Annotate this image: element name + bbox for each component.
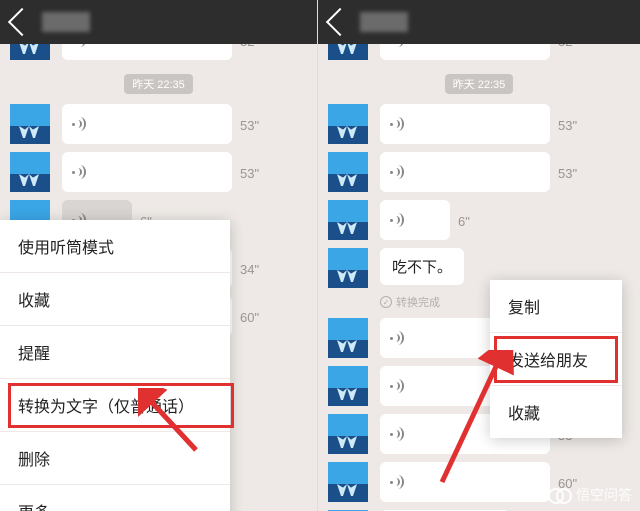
menu-item[interactable]: 转换为文字（仅普通话） — [0, 379, 230, 432]
check-icon: ✓ — [380, 296, 392, 308]
sound-icon — [392, 475, 406, 489]
duration: 53" — [240, 116, 259, 133]
voice-msg[interactable] — [380, 462, 550, 502]
avatar[interactable] — [328, 414, 368, 454]
sound-icon — [392, 117, 406, 131]
menu-item[interactable]: 复制 — [490, 280, 622, 333]
duration: 53" — [240, 164, 259, 181]
back-icon[interactable] — [326, 8, 354, 36]
menu-item[interactable]: 删除 — [0, 432, 230, 485]
watermark-logo-icon — [548, 488, 570, 502]
voice-msg[interactable] — [380, 152, 550, 192]
duration: 60" — [240, 308, 259, 325]
right-screenshot: 32 昨天 22:35 53"53"6" 吃不下。 ✓ 转换完成 34"60"5… — [318, 0, 640, 511]
chat-title-blurred — [360, 12, 408, 32]
menu-item[interactable]: 提醒 — [0, 326, 230, 379]
back-icon[interactable] — [8, 8, 36, 36]
sound-icon — [74, 117, 88, 131]
avatar[interactable] — [328, 366, 368, 406]
avatar[interactable] — [328, 318, 368, 358]
sound-icon — [392, 427, 406, 441]
voice-msg[interactable] — [380, 104, 550, 144]
duration: 6" — [458, 212, 470, 229]
avatar[interactable] — [328, 104, 368, 144]
time-pill: 昨天 22:35 — [445, 74, 514, 94]
topbar — [0, 0, 317, 44]
voice-msg[interactable] — [380, 200, 450, 240]
topbar — [318, 0, 640, 44]
context-menu: 复制发送给朋友收藏 — [490, 280, 622, 438]
menu-item[interactable]: 收藏 — [0, 273, 230, 326]
sound-icon — [74, 165, 88, 179]
context-menu: 使用听筒模式收藏提醒转换为文字（仅普通话）删除更多 — [0, 220, 230, 511]
voice-msg[interactable] — [62, 104, 232, 144]
menu-item[interactable]: 发送给朋友 — [490, 333, 622, 386]
avatar[interactable] — [10, 104, 50, 144]
avatar[interactable] — [328, 248, 368, 288]
voice-msg[interactable] — [62, 152, 232, 192]
duration: 53" — [558, 164, 577, 181]
avatar[interactable] — [328, 462, 368, 502]
duration: 53" — [558, 116, 577, 133]
menu-item[interactable]: 更多 — [0, 485, 230, 511]
converted-text-bubble[interactable]: 吃不下。 — [380, 248, 464, 285]
sound-icon — [392, 165, 406, 179]
chat-scroll[interactable]: 32 昨天 22:35 53"53"6" 吃不下。 ✓ 转换完成 34"60"5… — [318, 44, 640, 511]
watermark: 悟空问答 — [548, 485, 632, 505]
sound-icon — [392, 331, 406, 345]
menu-item[interactable]: 使用听筒模式 — [0, 220, 230, 273]
sound-icon — [392, 213, 406, 227]
left-screenshot: 32 昨天 22:35 53"53"6"34"60" 使用听筒模式收藏提醒转换为… — [0, 0, 318, 511]
chat-title-blurred — [42, 12, 90, 32]
time-pill: 昨天 22:35 — [124, 74, 193, 94]
avatar[interactable] — [328, 152, 368, 192]
avatar[interactable] — [328, 200, 368, 240]
sound-icon — [392, 379, 406, 393]
duration: 34" — [240, 260, 259, 277]
avatar[interactable] — [10, 152, 50, 192]
menu-item[interactable]: 收藏 — [490, 386, 622, 438]
